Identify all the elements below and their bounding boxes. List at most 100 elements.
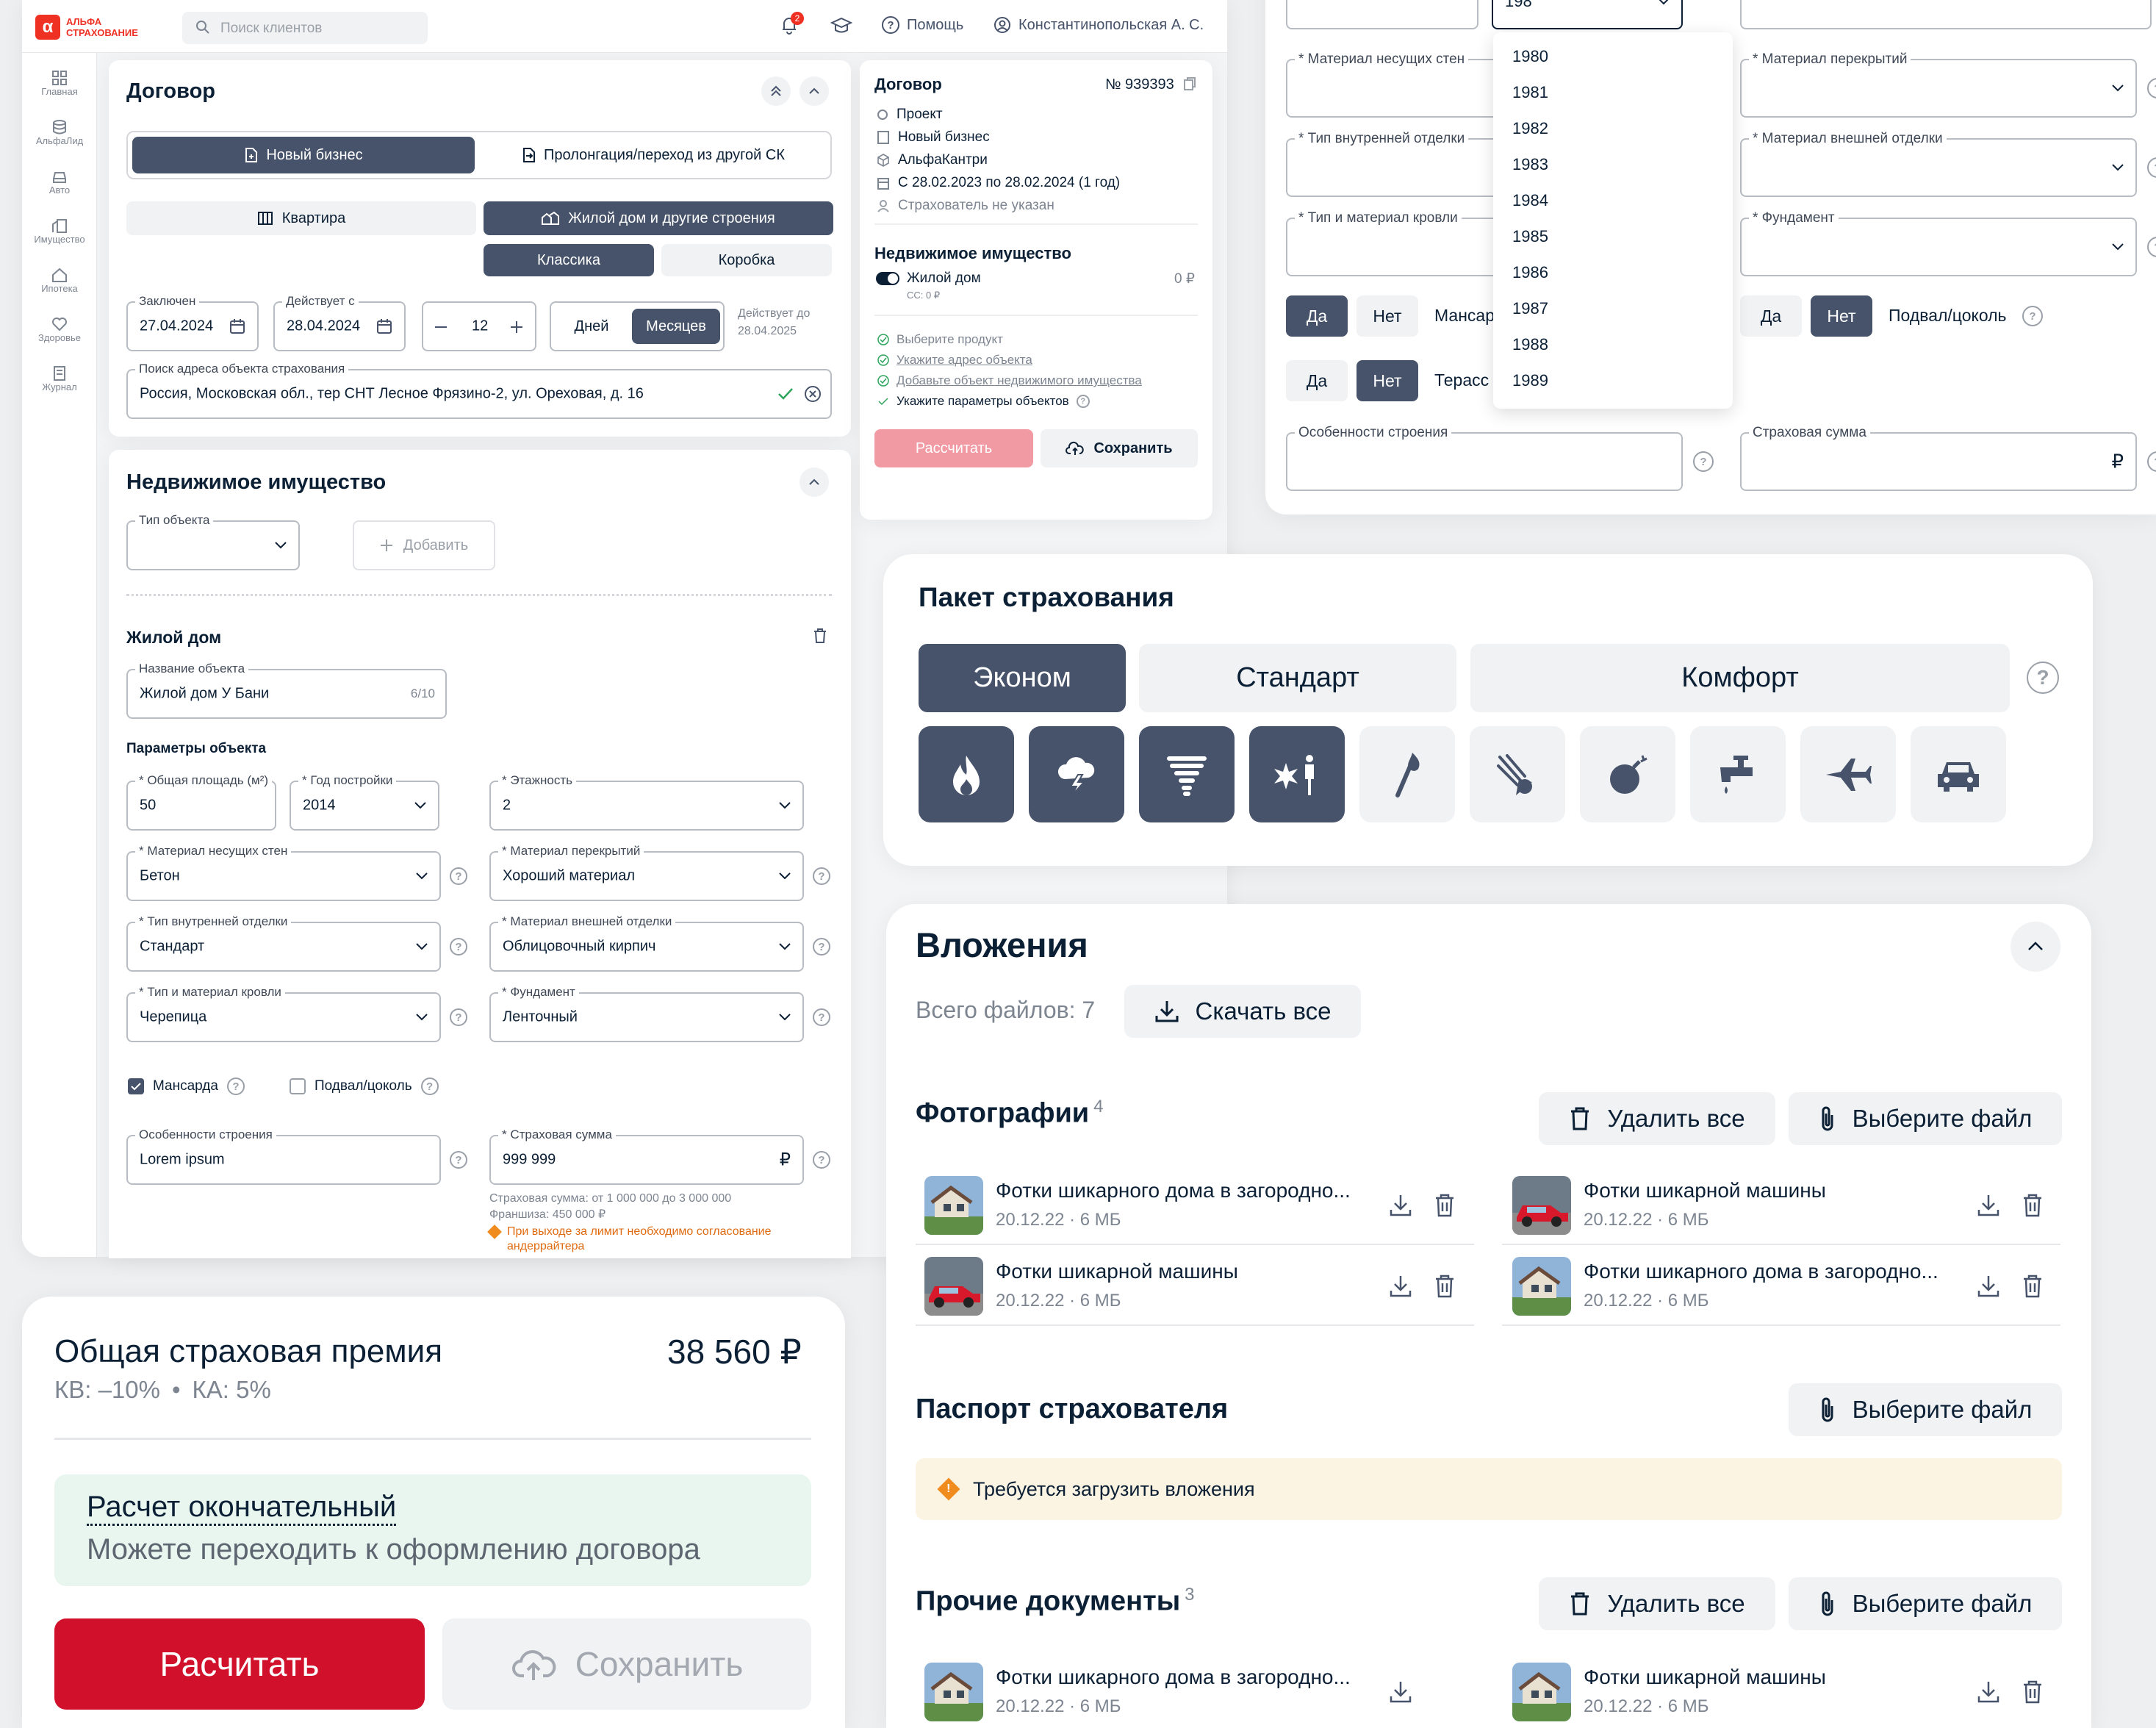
file-item[interactable]: Фотки шикарного дома в загородно... 20.1… <box>924 1176 1483 1235</box>
tab-econom[interactable]: Эконом <box>919 644 1126 712</box>
zoom-outer-select[interactable]: * Материал внешней отделки <box>1740 131 2137 197</box>
help-icon[interactable]: ? <box>2147 451 2156 472</box>
other-choose-file-button[interactable]: Выберите файл <box>1789 1577 2062 1630</box>
file-item[interactable]: Фотки шикарной машины 20.12.22 · 6 МБ <box>1512 1176 2071 1235</box>
year-option[interactable]: 1983 <box>1512 155 1548 174</box>
collapse-button[interactable] <box>799 76 829 106</box>
photos-delete-all-button[interactable]: Удалить все <box>1539 1092 1775 1145</box>
zoom-year-input[interactable]: 198 <box>1492 0 1683 29</box>
sidebar-item-home[interactable]: Главная <box>22 53 97 97</box>
sidebar-item-alfalid[interactable]: АльфаЛид <box>22 102 97 146</box>
collapse-all-button[interactable] <box>761 76 791 106</box>
year-option[interactable]: 1981 <box>1512 83 1548 102</box>
zoom-top-field-left[interactable] <box>1286 0 1478 29</box>
help-icon[interactable]: ? <box>2147 237 2156 257</box>
terrace-yes-button[interactable]: Да <box>1286 360 1348 401</box>
year-option[interactable]: 1980 <box>1512 47 1548 66</box>
terrace-no-button[interactable]: Нет <box>1357 360 1418 401</box>
help-icon[interactable]: ? <box>813 938 830 956</box>
file-item[interactable]: Фотки шикарного дома в загородно... 20.1… <box>1512 1257 2071 1316</box>
realty-toggle[interactable] <box>876 272 899 285</box>
attic-yes-button[interactable]: Да <box>1286 295 1348 337</box>
concluded-date-field[interactable]: Заключен 27.04.2024 <box>126 294 259 351</box>
trash-icon[interactable] <box>813 628 827 644</box>
download-all-button[interactable]: Скачать все <box>1124 985 1361 1038</box>
risk-tornado[interactable] <box>1139 726 1235 822</box>
zoom-features-input[interactable]: Особенности строения <box>1286 425 1683 491</box>
tab-comfort[interactable]: Комфорт <box>1470 644 2010 712</box>
trash-icon[interactable] <box>2022 1194 2043 1217</box>
download-icon[interactable] <box>1389 1680 1412 1704</box>
risk-arson[interactable] <box>1359 726 1455 822</box>
address-search-field[interactable]: Поиск адреса объекта страхования Россия,… <box>126 362 832 419</box>
attic-checkbox[interactable]: Мансарда ? <box>128 1078 245 1095</box>
plus-icon[interactable] <box>510 320 523 334</box>
year-option[interactable]: 1985 <box>1512 227 1548 246</box>
file-item[interactable]: Фотки шикарной машины 20.12.22 · 6 МБ <box>924 1257 1483 1316</box>
year-option[interactable]: 1987 <box>1512 299 1548 318</box>
collapse-button[interactable] <box>799 467 829 497</box>
help-icon[interactable]: ? <box>2147 78 2156 98</box>
sidebar-item-health[interactable]: Здоровье <box>22 299 97 343</box>
basement-no-button[interactable]: Нет <box>1811 295 1872 337</box>
save-button[interactable]: Сохранить <box>442 1618 811 1710</box>
trash-icon[interactable] <box>2022 1275 2043 1298</box>
help-icon[interactable]: ? <box>813 867 830 885</box>
risk-explosion[interactable] <box>1249 726 1345 822</box>
help-icon[interactable]: ? <box>1693 451 1714 472</box>
risk-storm[interactable] <box>1029 726 1124 822</box>
photos-choose-file-button[interactable]: Выберите файл <box>1789 1092 2062 1145</box>
basement-checkbox[interactable]: Подвал/цоколь ? <box>290 1078 439 1095</box>
zoom-top-field-right[interactable] <box>1740 0 2152 29</box>
download-icon[interactable] <box>1389 1194 1412 1217</box>
sidebar-item-journal[interactable]: Журнал <box>22 348 97 392</box>
year-option[interactable]: 1984 <box>1512 191 1548 210</box>
summary-calc-button[interactable]: Рассчитать <box>874 429 1033 467</box>
file-item[interactable]: Фотки шикарной машины 20.12.22 · 6 МБ <box>1512 1663 2071 1721</box>
year-option[interactable]: 1989 <box>1512 371 1548 390</box>
download-icon[interactable] <box>1977 1680 2000 1704</box>
walls-select[interactable]: * Материал несущих стен Бетон <box>126 844 441 901</box>
roof-select[interactable]: * Тип и материал кровли Черепица <box>126 985 441 1042</box>
sidebar-item-mortgage[interactable]: Ипотека <box>22 250 97 294</box>
help-icon[interactable]: ? <box>2027 662 2059 694</box>
user-menu[interactable]: Константинопольская А. С. <box>993 16 1204 34</box>
risk-terror[interactable] <box>1580 726 1675 822</box>
valid-from-field[interactable]: Действует с 28.04.2024 <box>273 294 406 351</box>
year-select[interactable]: * Год постройки 2014 <box>290 773 439 831</box>
outer-finish-select[interactable]: * Материал внешней отделки Облицовочный к… <box>489 914 804 972</box>
new-business-button[interactable]: Новый бизнес <box>132 137 475 173</box>
days-button[interactable]: Дней <box>556 309 628 344</box>
copy-icon[interactable] <box>1183 76 1196 91</box>
help-icon[interactable]: ? <box>1076 395 1090 408</box>
help-icon[interactable]: ? <box>813 1008 830 1026</box>
attic-no-button[interactable]: Нет <box>1357 295 1418 337</box>
foundation-select[interactable]: * Фундамент Ленточный <box>489 985 804 1042</box>
classic-button[interactable]: Классика <box>484 244 654 276</box>
box-button[interactable]: Коробка <box>661 244 832 276</box>
help-icon[interactable]: ? <box>450 1151 467 1169</box>
tab-standard[interactable]: Стандарт <box>1139 644 1456 712</box>
help-icon[interactable]: ? <box>2022 306 2043 326</box>
risk-aircraft[interactable] <box>1800 726 1896 822</box>
risk-water[interactable] <box>1690 726 1786 822</box>
help-icon[interactable]: ? <box>813 1151 830 1169</box>
months-button[interactable]: Месяцев <box>632 309 720 344</box>
help-icon[interactable]: ? <box>450 1008 467 1026</box>
zoom-sum-input[interactable]: Страховая сумма ₽ <box>1740 425 2137 491</box>
other-delete-all-button[interactable]: Удалить все <box>1539 1577 1775 1630</box>
notifications-button[interactable]: 2 <box>779 12 804 38</box>
collapse-button[interactable] <box>2011 922 2060 972</box>
help-icon[interactable]: ? <box>2147 157 2156 178</box>
apartment-button[interactable]: Квартира <box>126 201 476 235</box>
prolongation-button[interactable]: Пролонгация/переход из другой СК <box>482 137 824 173</box>
help-icon[interactable]: ? <box>226 1078 245 1095</box>
object-type-select[interactable]: Тип объекта <box>126 513 300 570</box>
zoom-ceiling-select[interactable]: * Материал перекрытий <box>1740 51 2137 118</box>
features-input[interactable]: Особенности строения Lorem ipsum <box>126 1127 441 1185</box>
sidebar-item-property[interactable]: Имущество <box>22 201 97 245</box>
add-object-button[interactable]: Добавить <box>353 520 495 570</box>
summary-save-button[interactable]: Сохранить <box>1041 429 1198 467</box>
year-option[interactable]: 1986 <box>1512 263 1548 282</box>
client-search[interactable]: Поиск клиентов <box>182 12 428 44</box>
